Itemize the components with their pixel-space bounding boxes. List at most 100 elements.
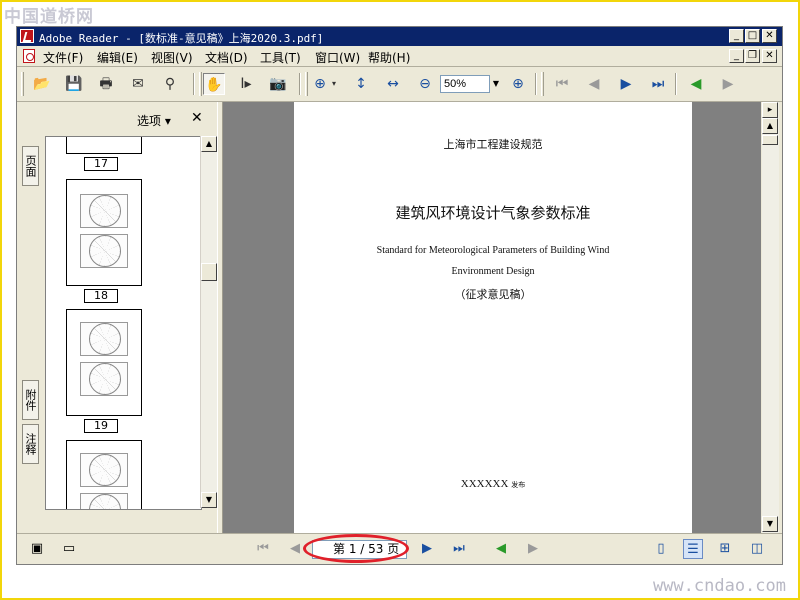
doc-scroll-up-button[interactable]: ▲	[762, 118, 778, 134]
toolbar-grip[interactable]	[199, 72, 202, 96]
open-icon[interactable]: 📂	[31, 73, 53, 95]
page-thumbnail[interactable]	[66, 440, 142, 509]
continuous-view-icon[interactable]: ☰	[683, 539, 703, 559]
wind-rose-figure	[80, 234, 128, 268]
panel-tab-strip: 页面 附件 注释	[19, 102, 41, 533]
hand-tool-icon[interactable]: ✋	[203, 73, 225, 95]
doc-scroll-thumb[interactable]	[762, 135, 778, 145]
doc-scroll-down-button[interactable]: ▼	[762, 516, 778, 532]
menu-file[interactable]: 文件(F)	[43, 49, 83, 66]
thumbnail-list: 17 18 19	[45, 136, 202, 510]
split-window-button[interactable]: ▸	[762, 102, 778, 118]
first-page-icon[interactable]: ⏮	[551, 73, 573, 95]
wind-rose-figure	[80, 493, 128, 509]
status-previous-page-icon[interactable]: ◀	[285, 539, 305, 559]
search-binoculars-icon[interactable]: ⚲	[159, 73, 181, 95]
doc-minimize-button[interactable]: _	[729, 49, 744, 63]
doc-title: 建筑风环境设计气象参数标准	[395, 204, 591, 222]
document-scrollbar[interactable]: ▸ ▲ ▼	[762, 102, 779, 533]
tab-comments[interactable]: 注释	[22, 424, 39, 464]
menu-tools[interactable]: 工具(T)	[260, 49, 301, 66]
tab-pages[interactable]: 页面	[22, 146, 39, 186]
zoom-tool-dropdown-icon[interactable]: ▾	[329, 73, 339, 95]
page-number-label: 17	[84, 157, 118, 171]
status-last-page-icon[interactable]: ⏭	[449, 539, 469, 559]
toolbar-separator	[535, 73, 537, 95]
page-thumbnail[interactable]	[66, 179, 142, 286]
title-bar: Adobe Reader - [数标准-意见稿》上海2020.3.pdf] _ …	[17, 27, 782, 46]
zoom-input[interactable]	[440, 75, 490, 93]
panel-close-icon[interactable]: ✕	[191, 110, 203, 126]
wind-rose-figure	[80, 362, 128, 396]
status-first-page-icon[interactable]: ⏮	[253, 539, 273, 559]
scroll-up-button[interactable]: ▲	[201, 136, 217, 152]
go-back-icon[interactable]: ◀	[685, 73, 707, 95]
doc-footer-code: XXXXXX	[460, 478, 509, 490]
status-go-back-icon[interactable]: ◀	[491, 539, 511, 559]
scroll-thumb[interactable]	[201, 263, 217, 281]
menu-view[interactable]: 视图(V)	[151, 49, 193, 66]
minimize-button[interactable]: _	[729, 29, 744, 43]
wind-rose-figure	[80, 322, 128, 356]
single-page-view-icon[interactable]: ▯	[651, 539, 671, 559]
watermark-bottom: www.cndao.com	[652, 576, 786, 596]
watermark-top: 中国道桥网	[4, 7, 94, 27]
adobe-reader-icon	[20, 29, 34, 43]
doc-close-button[interactable]: ✕	[762, 49, 777, 63]
thumbnail-scrollbar[interactable]: ▲ ▼	[200, 136, 218, 508]
toolbar-separator	[299, 73, 301, 95]
wind-rose-figure	[80, 194, 128, 228]
next-page-icon[interactable]: ▶	[615, 73, 637, 95]
fit-width-icon[interactable]: ↔	[382, 73, 404, 95]
scroll-down-button[interactable]: ▼	[201, 492, 217, 508]
page-thumbnail[interactable]	[66, 309, 142, 416]
continuous-facing-view-icon[interactable]: ◫	[747, 539, 767, 559]
save-icon[interactable]: 💾	[63, 73, 85, 95]
toolbar-grip[interactable]	[305, 72, 308, 96]
previous-page-icon[interactable]: ◀	[583, 73, 605, 95]
menu-edit[interactable]: 编辑(E)	[97, 49, 138, 66]
options-menu[interactable]: 选项 ▾	[137, 112, 171, 129]
menu-help[interactable]: 帮助(H)	[368, 49, 410, 66]
zoom-dropdown-icon[interactable]: ▼	[490, 75, 502, 93]
zoom-out-icon[interactable]: ⊖	[414, 73, 436, 95]
snapshot-icon[interactable]: 📷	[267, 73, 289, 95]
email-icon[interactable]: ✉	[127, 73, 149, 95]
doc-footer-publish: 发布	[511, 481, 526, 489]
zoom-in-tool-icon[interactable]: ⊕	[309, 73, 331, 95]
page-setup-icon[interactable]: ▭	[59, 539, 79, 559]
status-next-page-icon[interactable]: ▶	[417, 539, 437, 559]
toolbar-grip[interactable]	[21, 72, 24, 96]
facing-view-icon[interactable]: ⊞	[715, 539, 735, 559]
status-bar: ▣ ▭ ⏮ ◀ 第 1 / 53 页 ▶ ⏭ ◀ ▶ ▯ ☰ ⊞ ◫	[17, 533, 782, 564]
doc-restore-button[interactable]: ❐	[745, 49, 760, 63]
page-number-label: 18	[84, 289, 118, 303]
window-title: Adobe Reader - [数标准-意见稿》上海2020.3.pdf]	[39, 32, 324, 45]
doc-line-1: 上海市工程建设规范	[443, 138, 543, 151]
toolbar-separator	[193, 73, 195, 95]
page-thumbnail[interactable]	[66, 137, 142, 154]
navigation-panel: 页面 附件 注释 选项 ▾ ✕ 17 18 19 ▲ ▼	[17, 102, 222, 533]
app-window: Adobe Reader - [数标准-意见稿》上海2020.3.pdf] _ …	[16, 26, 783, 565]
go-forward-icon[interactable]: ▶	[717, 73, 739, 95]
doc-footer: XXXXXX 发布	[294, 478, 692, 490]
highlight-annotation-circle	[303, 534, 409, 563]
menu-document[interactable]: 文档(D)	[205, 49, 248, 66]
zoom-in-icon[interactable]: ⊕	[507, 73, 529, 95]
wind-rose-figure	[80, 453, 128, 487]
fit-height-icon[interactable]: ↕	[350, 73, 372, 95]
menu-window[interactable]: 窗口(W)	[315, 49, 360, 66]
panel-header: 选项 ▾ ✕	[41, 106, 219, 134]
document-area: 上海市工程建设规范 建筑风环境设计气象参数标准 Standard for Met…	[223, 102, 761, 533]
tab-attachments[interactable]: 附件	[22, 380, 39, 420]
last-page-icon[interactable]: ⏭	[647, 73, 669, 95]
close-button[interactable]: ✕	[762, 29, 777, 43]
document-icon[interactable]	[23, 49, 35, 63]
select-text-icon[interactable]: I▸	[235, 73, 257, 95]
print-icon[interactable]: 🖶	[95, 73, 117, 95]
show-panel-icon[interactable]: ▣	[27, 539, 47, 559]
status-go-forward-icon[interactable]: ▶	[523, 539, 543, 559]
toolbar-grip[interactable]	[541, 72, 544, 96]
maximize-button[interactable]: □	[745, 29, 760, 43]
toolbar-separator	[675, 73, 677, 95]
